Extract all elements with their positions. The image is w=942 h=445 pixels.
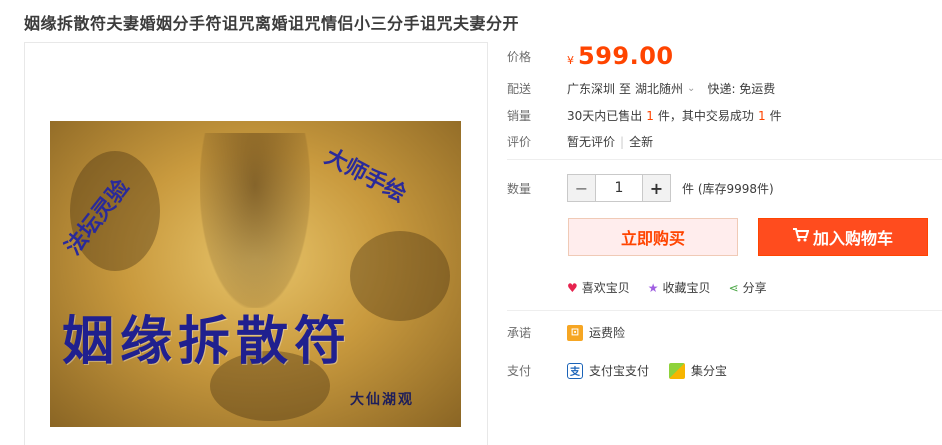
- rating-none[interactable]: 暂无评价: [567, 133, 615, 150]
- rating-separator: |: [620, 134, 625, 149]
- like-label: 喜欢宝贝: [581, 281, 630, 295]
- ship-from: 广东深圳: [567, 82, 616, 96]
- image-signature: 大仙湖观: [350, 392, 414, 408]
- shipping-label: 配送: [507, 82, 532, 96]
- quantity-label: 数量: [507, 181, 532, 196]
- image-right-caption: 大师手绘: [320, 143, 411, 208]
- price-label: 价格: [507, 49, 532, 64]
- buy-now-button[interactable]: 立即购买: [568, 218, 738, 256]
- alipay-label: 支付宝支付: [589, 364, 650, 378]
- currency-symbol: ¥: [567, 53, 574, 67]
- star-icon: ★: [647, 280, 659, 295]
- buy-now-label: 立即购买: [620, 229, 685, 248]
- social-row: ♥ 喜欢宝贝 ★ 收藏宝贝 ⋖ 分享: [567, 279, 785, 296]
- freight-insurance-icon: ⊡: [567, 324, 583, 341]
- share-item[interactable]: ⋖ 分享: [729, 279, 767, 296]
- express-fee: 快递: 免运费: [707, 82, 776, 96]
- jifenbao-icon: [669, 362, 686, 379]
- product-title: 姻缘拆散符夫妻婚姻分手符诅咒离婚诅咒情侣小三分手诅咒夫妻分开: [24, 14, 520, 33]
- freight-insurance[interactable]: 运费险: [589, 324, 625, 341]
- jifenbao-label: 集分宝: [691, 364, 728, 378]
- promise-row: 承诺 ⊡ 运费险: [507, 324, 625, 341]
- rating-row: 评价 暂无评价 | 全新: [507, 133, 653, 150]
- add-to-cart-label: 加入购物车: [812, 229, 893, 248]
- ship-to-word: 至: [619, 82, 632, 96]
- sales-mid: 件，其中交易成功: [657, 109, 754, 123]
- price-value: 599.00: [578, 42, 674, 70]
- increment-button[interactable]: +: [643, 175, 670, 201]
- success-count: 1: [757, 108, 766, 123]
- divider: [507, 159, 942, 160]
- share-label: 分享: [742, 281, 767, 295]
- product-image[interactable]: 法坛灵验 大师手绘 姻缘拆散符 大仙湖观: [50, 121, 461, 427]
- ship-destination[interactable]: 湖北随州: [635, 80, 683, 97]
- image-deity-figure: [200, 133, 310, 308]
- quantity-row: 数量 − + 件 (库存9998件): [507, 174, 774, 202]
- cart-icon: [792, 228, 810, 246]
- sales-unit: 件: [769, 109, 782, 123]
- sales-row: 销量 30天内已售出 1 件，其中交易成功 1 件: [507, 107, 782, 124]
- share-icon: ⋖: [728, 280, 739, 295]
- alipay-icon: 支: [567, 362, 583, 379]
- image-main-caption: 姻缘拆散符: [62, 311, 353, 372]
- divider: [507, 310, 942, 311]
- image-texture: [350, 231, 450, 321]
- payment-row: 支付 支 支付宝支付 集分宝: [507, 362, 747, 379]
- sales-label: 销量: [507, 109, 532, 123]
- sales-prefix: 30天内已售出: [567, 109, 643, 123]
- alipay-item[interactable]: 支 支付宝支付: [567, 362, 649, 379]
- decrement-button[interactable]: −: [568, 175, 595, 201]
- price-row: 价格 ¥ 599.00: [507, 42, 674, 70]
- quantity-stepper: − +: [567, 174, 671, 202]
- jifenbao-item[interactable]: 集分宝: [669, 362, 727, 379]
- shipping-row: 配送 广东深圳 至 湖北随州 ⌄ 快递: 免运费: [507, 80, 775, 97]
- stock-info: 件 (库存9998件): [682, 181, 774, 196]
- payment-label: 支付: [507, 364, 532, 378]
- sold-count: 1: [646, 108, 654, 123]
- rating-label: 评价: [507, 135, 532, 149]
- favorite-label: 收藏宝贝: [662, 281, 711, 295]
- promise-label: 承诺: [507, 326, 532, 340]
- add-to-cart-button[interactable]: 加入购物车: [758, 218, 928, 256]
- rating-condition: 全新: [629, 135, 654, 149]
- quantity-input[interactable]: [595, 175, 643, 201]
- heart-icon: ♥: [567, 280, 578, 295]
- chevron-down-icon[interactable]: ⌄: [687, 83, 695, 94]
- favorite-item[interactable]: ★ 收藏宝贝: [648, 279, 711, 296]
- like-item[interactable]: ♥ 喜欢宝贝: [567, 279, 630, 296]
